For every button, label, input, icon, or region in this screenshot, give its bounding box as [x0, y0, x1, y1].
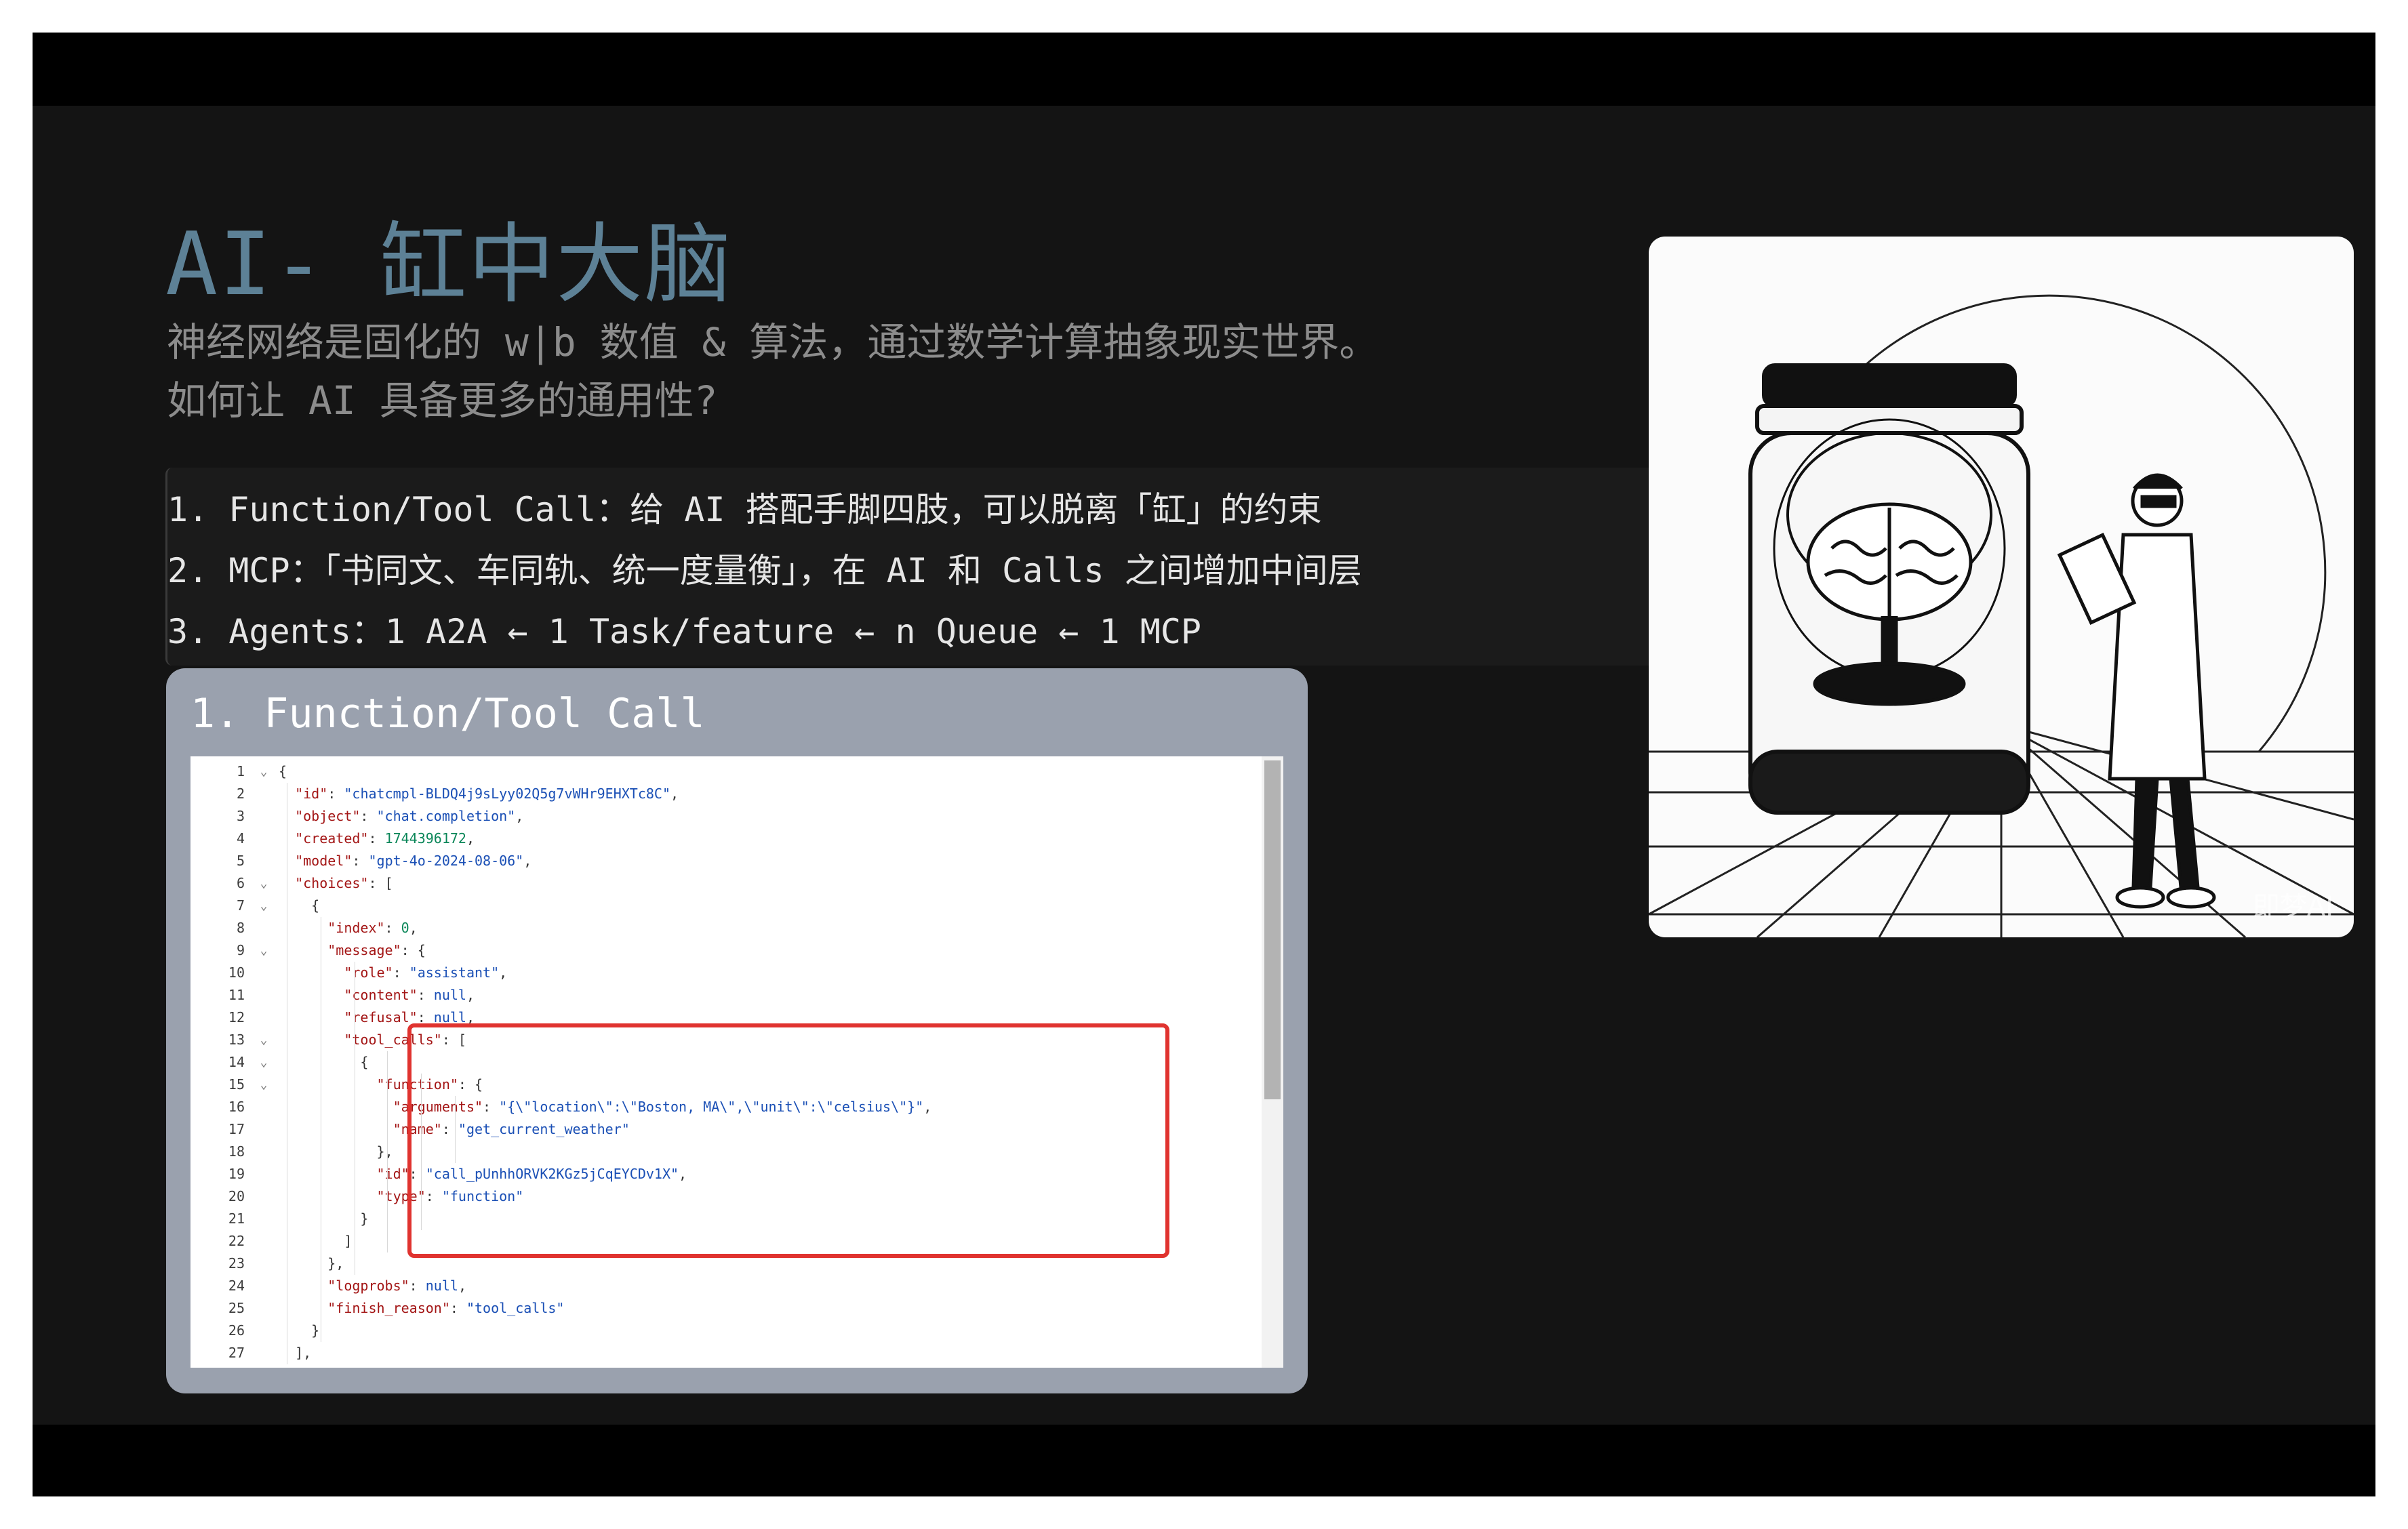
- fold-chevron-icon[interactable]: ⌄: [256, 1029, 272, 1051]
- code-line: 7 ⌄ {: [190, 895, 1248, 917]
- line-number: 4: [236, 830, 245, 847]
- code-line: 27 ],: [190, 1342, 1248, 1364]
- code-text: {: [279, 763, 287, 779]
- indent-guide: [387, 1051, 388, 1252]
- line-number: 20: [228, 1188, 245, 1204]
- line-number: 3: [236, 808, 245, 824]
- line-number: 19: [228, 1166, 245, 1182]
- line-number: 21: [228, 1210, 245, 1227]
- code-text: "id": "chatcmpl-BLDQ4j9sLyy02Q5g7vWHr9EH…: [295, 786, 679, 802]
- line-number: 14: [228, 1054, 245, 1070]
- subtitle-line-1: 神经网络是固化的 w|b 数值 & 算法，通过数学计算抽象现实世界。: [167, 319, 1379, 365]
- line-number: 26: [228, 1322, 245, 1339]
- code-text: "choices": [: [295, 875, 393, 891]
- code-text: ],: [279, 1345, 312, 1361]
- code-line: 5 "model": "gpt-4o-2024-08-06",: [190, 850, 1248, 872]
- line-number: 8: [236, 920, 245, 936]
- code-text: "object": "chat.completion",: [295, 808, 524, 824]
- code-text: "message": {: [327, 942, 426, 958]
- letterbox-top: [33, 33, 2375, 106]
- slide-title: AI- 缸中大脑: [165, 214, 733, 315]
- brain-in-jar-illustration: 即梦AI: [1649, 237, 2354, 937]
- line-number: 15: [228, 1076, 245, 1093]
- line-number: 27: [228, 1345, 245, 1361]
- line-number: 17: [228, 1121, 245, 1137]
- code-line: 4 "created": 1744396172,: [190, 828, 1248, 850]
- code-text: "logprobs": null,: [327, 1278, 466, 1294]
- letterbox-bottom: [33, 1425, 2375, 1496]
- line-number: 11: [228, 987, 245, 1003]
- line-number: 25: [228, 1300, 245, 1316]
- line-number: 10: [228, 964, 245, 981]
- fold-chevron-icon[interactable]: ⌄: [256, 895, 272, 917]
- code-line: 24 "logprobs": null,: [190, 1275, 1248, 1297]
- code-text: "index": 0,: [327, 920, 418, 936]
- code-line: 9 ⌄ "message": {: [190, 939, 1248, 962]
- line-number: 2: [236, 786, 245, 802]
- line-number: 9: [236, 942, 245, 958]
- code-line: 11 "content": null,: [190, 984, 1248, 1006]
- scientist: [2057, 473, 2216, 909]
- code-line: 10 "role": "assistant",: [190, 962, 1248, 984]
- json-code-screenshot: 1 ⌄ {2 "id": "chatcmpl-BLDQ4j9sLyy02Q5g7vW…: [190, 756, 1283, 1368]
- tool-calls-highlight-box: [407, 1023, 1169, 1258]
- code-text: },: [279, 1143, 393, 1160]
- brain: [1806, 502, 1973, 706]
- fold-chevron-icon[interactable]: ⌄: [256, 872, 272, 895]
- slide: AI- 缸中大脑 神经网络是固化的 w|b 数值 & 算法，通过数学计算抽象现实…: [33, 33, 2375, 1496]
- line-number: 23: [228, 1255, 245, 1271]
- line-number: 1: [236, 763, 245, 779]
- code-text: "finish_reason": "tool_calls": [327, 1300, 565, 1316]
- code-line: 6 ⌄ "choices": [: [190, 872, 1248, 895]
- fold-chevron-icon[interactable]: ⌄: [256, 1074, 272, 1096]
- line-number: 16: [228, 1099, 245, 1115]
- fold-chevron-icon[interactable]: ⌄: [256, 939, 272, 962]
- line-number: 24: [228, 1278, 245, 1294]
- code-line: 3 "object": "chat.completion",: [190, 805, 1248, 828]
- code-text: "created": 1744396172,: [295, 830, 475, 847]
- list-item-function-call: 1. Function/Tool Call：给 AI 搭配手脚四肢，可以脱离「缸…: [167, 490, 1322, 529]
- code-text: },: [279, 1255, 344, 1271]
- code-line: 25 "finish_reason": "tool_calls": [190, 1297, 1248, 1320]
- code-text: ]: [279, 1233, 353, 1249]
- subtitle-line-2: 如何让 AI 具备更多的通用性?: [167, 378, 718, 424]
- code-line: 2 "id": "chatcmpl-BLDQ4j9sLyy02Q5g7vWHr9…: [190, 783, 1248, 805]
- fold-chevron-icon[interactable]: ⌄: [256, 760, 272, 783]
- brain-jar-drawing: [1649, 294, 2354, 937]
- code-text: "role": "assistant",: [344, 964, 508, 981]
- code-card-title: 1. Function/Tool Call: [190, 690, 705, 737]
- code-line: 1 ⌄ {: [190, 760, 1248, 783]
- numbered-list: 1. Function/Tool Call：给 AI 搭配手脚四肢，可以脱离「缸…: [165, 468, 1686, 666]
- code-text: "model": "gpt-4o-2024-08-06",: [295, 853, 532, 869]
- code-line: 26 }: [190, 1320, 1248, 1342]
- list-item-agents: 3. Agents：1 A2A ← 1 Task/feature ← n Que…: [167, 612, 1202, 651]
- line-number: 7: [236, 897, 245, 914]
- code-card: 1. Function/Tool Call 1 ⌄ {2 "id": "chatcm…: [166, 668, 1308, 1393]
- line-number: 13: [228, 1032, 245, 1048]
- code-text: }: [279, 1322, 320, 1339]
- list-item-mcp: 2. MCP：「书同文、车同轨、统一度量衡」，在 AI 和 Calls 之间增加…: [167, 551, 1362, 590]
- scrollbar-thumb[interactable]: [1264, 760, 1281, 1099]
- code-text: "content": null,: [344, 987, 475, 1003]
- line-number: 6: [236, 875, 245, 891]
- line-number: 12: [228, 1009, 245, 1025]
- code-line: 8 "index": 0,: [190, 917, 1248, 939]
- line-number: 5: [236, 853, 245, 869]
- line-number: 18: [228, 1143, 245, 1160]
- code-text: {: [279, 897, 320, 914]
- fold-chevron-icon[interactable]: ⌄: [256, 1051, 272, 1074]
- line-number: 22: [228, 1233, 245, 1249]
- watermark-logo: 即梦AI: [2252, 891, 2333, 922]
